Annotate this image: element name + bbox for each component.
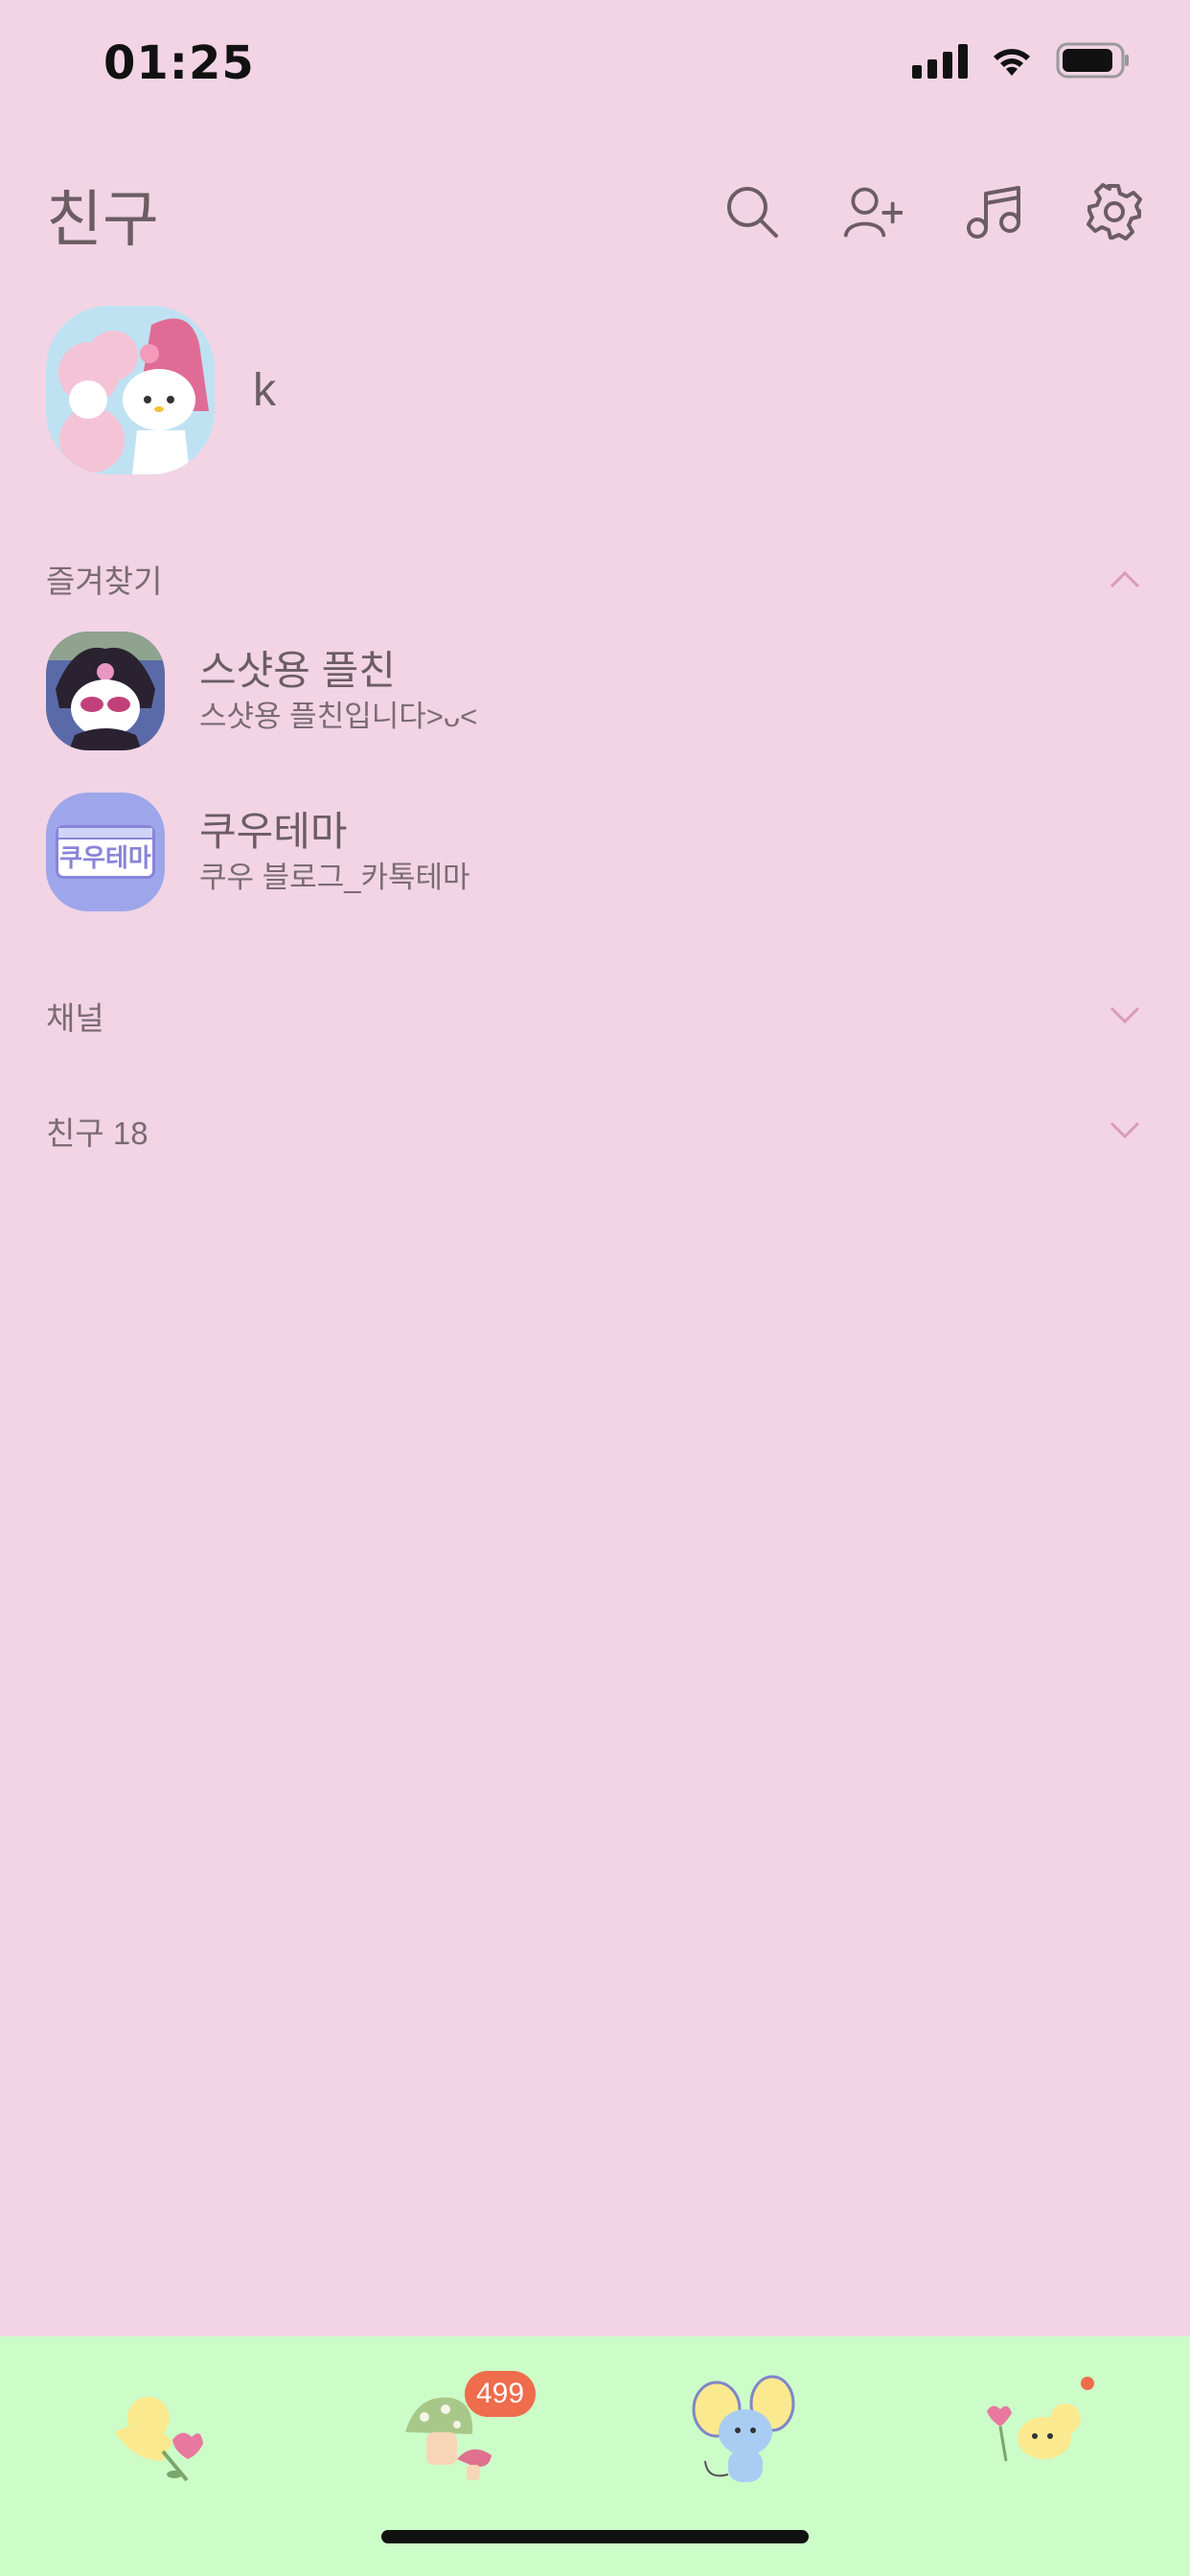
friends-section-header[interactable]: 친구 18 — [46, 1102, 1144, 1160]
friend-avatar — [46, 632, 165, 750]
favorites-section-header[interactable]: 즐겨찾기 — [46, 550, 1144, 608]
status-time: 01:25 — [103, 36, 255, 90]
friends-count-title: 친구 18 — [46, 1116, 149, 1151]
notification-dot — [1081, 2377, 1094, 2390]
channel-section-header[interactable]: 채널 — [46, 987, 1144, 1045]
home-indicator — [381, 2530, 809, 2543]
chick-flower-icon — [115, 2397, 203, 2482]
friends-tab[interactable] — [96, 2375, 220, 2499]
wifi-icon — [989, 43, 1035, 78]
header-actions — [722, 182, 1144, 242]
chats-tab[interactable]: 499 — [398, 2371, 537, 2499]
chevron-up-icon[interactable] — [1106, 560, 1144, 598]
add-friend-icon[interactable] — [843, 182, 903, 242]
favorites-title: 즐겨찾기 — [46, 564, 163, 599]
friend-avatar: 쿠우테마 — [46, 793, 165, 911]
channel-title: 채널 — [46, 1000, 104, 1036]
profile-avatar[interactable] — [46, 306, 215, 474]
view-tab[interactable] — [688, 2375, 812, 2499]
avatar-text: 쿠우테마 — [59, 843, 151, 872]
my-profile[interactable]: k — [46, 305, 1144, 475]
avatar-window-frame: 쿠우테마 — [56, 825, 155, 879]
chevron-down-icon[interactable] — [1106, 1112, 1144, 1150]
unread-count-badge: 499 — [465, 2371, 537, 2417]
avatar-window-titlebar — [58, 828, 152, 840]
friend-status-message: 쿠우 블로그_카톡테마 — [199, 861, 470, 894]
music-icon[interactable] — [964, 182, 1023, 242]
friend-text: 스샷용 플친 스샷용 플친입니다>ᴗ< — [199, 645, 477, 737]
chevron-down-icon[interactable] — [1106, 997, 1144, 1035]
friend-row[interactable]: 쿠우테마 쿠우테마 쿠우 블로그_카톡테마 — [46, 792, 1144, 912]
more-tab[interactable] — [977, 2375, 1102, 2499]
search-icon[interactable] — [722, 182, 782, 242]
friend-name: 쿠우테마 — [199, 809, 348, 854]
mouse-icon — [692, 2375, 795, 2482]
status-bar: 01:25 — [0, 0, 1190, 134]
page-title: 친구 — [46, 185, 159, 254]
friend-name: 스샷용 플친 — [199, 648, 396, 693]
friend-row[interactable]: 스샷용 플친 스샷용 플친입니다>ᴗ< — [46, 631, 1144, 751]
battery-icon — [1056, 42, 1131, 79]
friend-text: 쿠우테마 쿠우 블로그_카톡테마 — [199, 806, 470, 898]
cellular-signal-icon — [912, 42, 968, 79]
friend-status-message: 스샷용 플친입니다>ᴗ< — [199, 700, 478, 733]
chick-heart-icon — [987, 2404, 1081, 2462]
profile-name: k — [253, 364, 276, 416]
settings-icon[interactable] — [1085, 182, 1144, 242]
status-icons — [912, 42, 1131, 79]
header: 친구 — [0, 163, 1190, 268]
